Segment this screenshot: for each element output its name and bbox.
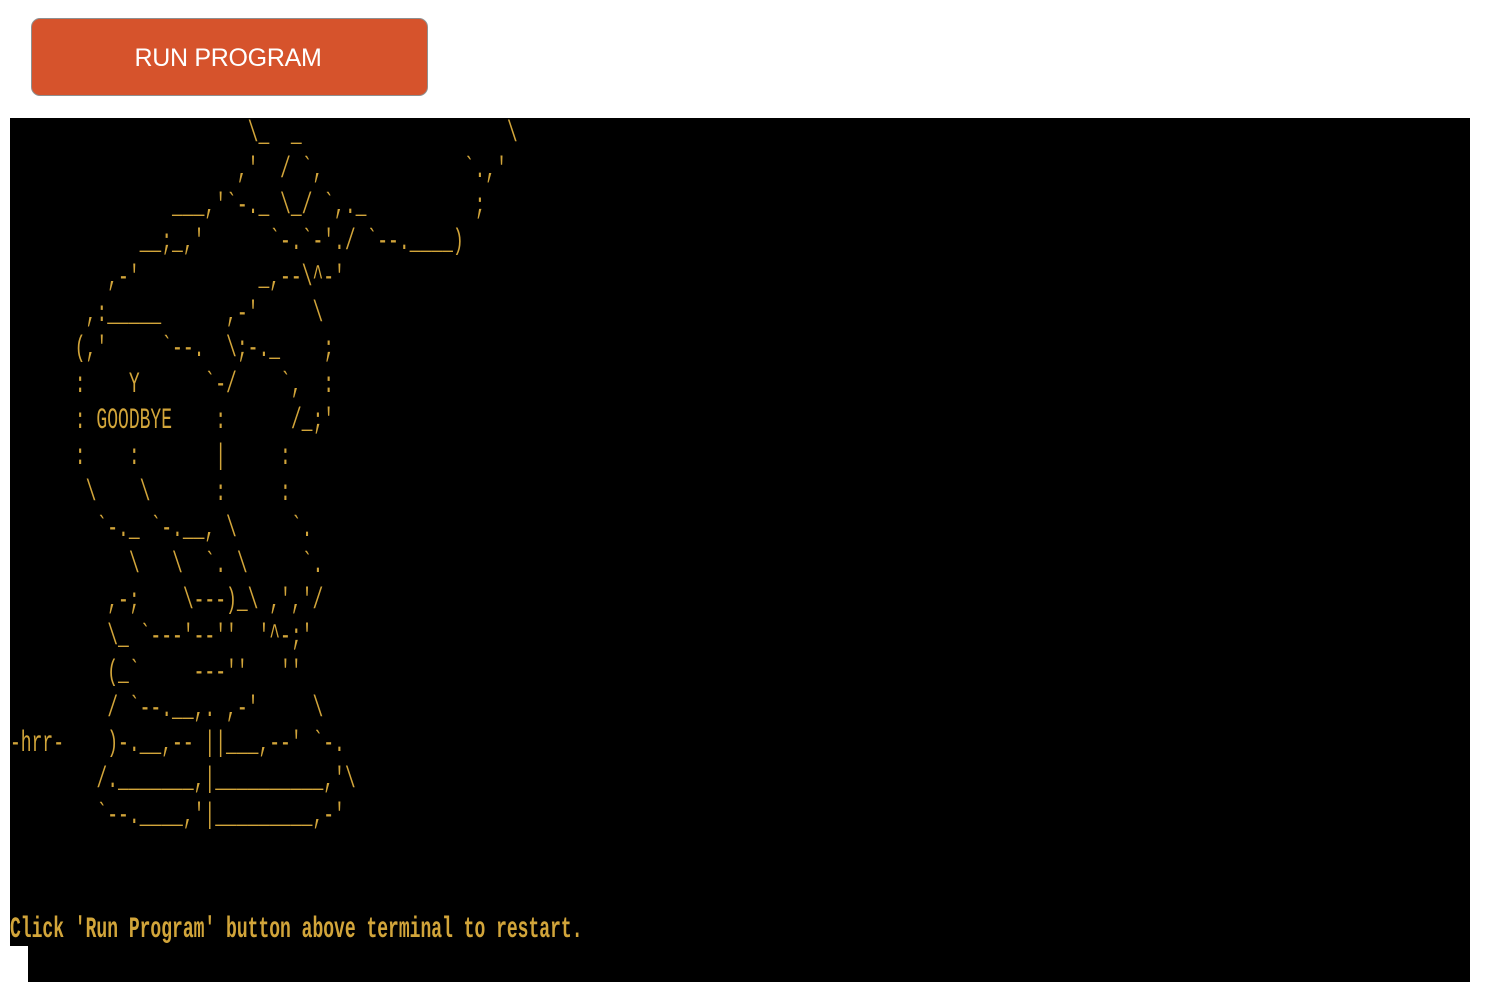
terminal-cursor-gap [10,946,28,986]
run-program-button[interactable]: RUN PROGRAM [31,18,428,96]
terminal-restart-message: Click 'Run Program' button above termina… [10,913,583,947]
terminal[interactable]: \_ _ \ ,' / `, `.,' ___,'`-._ \_/ `,._ ;… [10,118,1470,982]
terminal-ascii-art: \_ _ \ ,' / `, `.,' ___,'`-._ \_/ `,._ ;… [10,118,518,834]
